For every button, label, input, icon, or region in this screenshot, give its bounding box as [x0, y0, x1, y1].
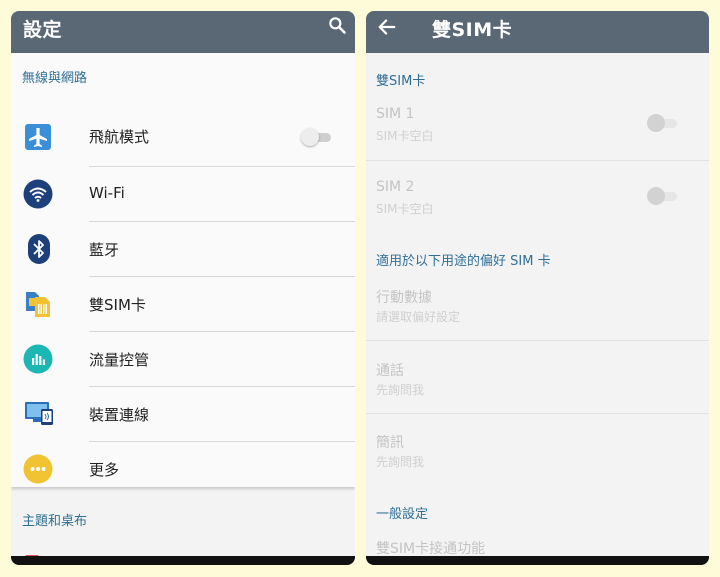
calls-preference[interactable]: 通話 先詢問我 — [366, 357, 709, 413]
settings-item-airplane-mode[interactable]: 飛航模式 — [11, 111, 355, 166]
divider — [366, 340, 709, 341]
dual-sim-icon — [26, 292, 50, 317]
settings-item-label: 裝置連線 — [89, 406, 150, 424]
search-icon[interactable] — [327, 15, 347, 35]
settings-item-label: 雙SIM卡 — [89, 296, 146, 314]
more-icon — [23, 454, 53, 484]
device-connection-icon — [25, 402, 53, 425]
settings-item-label: Wi-Fi — [89, 184, 125, 202]
section-header-themes: 主題和桌布 — [22, 514, 88, 529]
settings-item-dual-sim[interactable]: 雙SIM卡 — [11, 276, 355, 331]
settings-item-more[interactable]: 更多 — [11, 441, 355, 487]
section-header-preferred-sim: 適用於以下用途的偏好 SIM 卡 — [376, 254, 551, 269]
sms-preference[interactable]: 簡訊 先詢問我 — [366, 429, 709, 485]
settings-item-label: 流量控管 — [89, 351, 150, 369]
settings-item-label: 更多 — [89, 461, 120, 479]
back-arrow-icon[interactable] — [376, 16, 398, 38]
divider — [366, 160, 709, 161]
page-title: 雙SIM卡 — [432, 19, 513, 41]
settings-item-label: 藍牙 — [89, 241, 120, 259]
settings-item-bluetooth[interactable]: 藍牙 — [11, 221, 355, 276]
section-header-general: 一般設定 — [376, 507, 429, 522]
bluetooth-icon — [28, 234, 50, 264]
mobile-data-title: 行動數據 — [376, 290, 432, 306]
dual-sim-screen: 雙SIM卡 雙SIM卡 SIM 1 SIM卡空白 SIM 2 SIM卡空白 適用… — [366, 11, 709, 565]
sim1-title: SIM 1 — [376, 106, 415, 122]
settings-app-bar: 設定 — [11, 11, 355, 53]
sim1-status: SIM卡空白 — [376, 129, 434, 143]
page-title: 設定 — [23, 19, 63, 41]
calls-title: 通話 — [376, 363, 404, 379]
settings-item-device-connection[interactable]: 裝置連線 — [11, 386, 355, 441]
settings-screen: 設定 無線與網路 飛航模式 Wi-Fi 藍牙 雙SIM卡 流量控管 裝置連線 更… — [11, 11, 355, 565]
data-usage-icon — [23, 344, 53, 374]
sms-value: 先詢問我 — [376, 455, 425, 469]
settings-item-label: 飛航模式 — [89, 128, 150, 146]
dual-sim-connect-setting[interactable]: 雙SIM卡接通功能 — [366, 537, 709, 557]
airplane-mode-toggle[interactable] — [301, 127, 333, 147]
mobile-data-preference[interactable]: 行動數據 請選取偏好設定 — [366, 284, 709, 341]
airplane-icon — [25, 124, 51, 150]
settings-item-data-usage[interactable]: 流量控管 — [11, 331, 355, 386]
mobile-data-value: 請選取偏好設定 — [376, 310, 461, 324]
section-header-dual-sim: 雙SIM卡 — [376, 74, 426, 89]
sim1-toggle[interactable] — [647, 113, 679, 133]
sim2-setting[interactable]: SIM 2 SIM卡空白 — [366, 176, 709, 231]
sim2-status: SIM卡空白 — [376, 202, 434, 216]
sim1-setting[interactable]: SIM 1 SIM卡空白 — [366, 103, 709, 160]
sim2-title: SIM 2 — [376, 179, 415, 195]
calls-value: 先詢問我 — [376, 383, 425, 397]
dual-sim-connect-title: 雙SIM卡接通功能 — [376, 541, 486, 557]
navigation-bar — [11, 556, 355, 565]
navigation-bar — [366, 556, 709, 565]
sim2-toggle[interactable] — [647, 186, 679, 206]
divider — [366, 413, 709, 414]
settings-item-wifi[interactable]: Wi-Fi — [11, 166, 355, 221]
dual-sim-app-bar: 雙SIM卡 — [366, 11, 709, 53]
sms-title: 簡訊 — [376, 435, 404, 451]
wifi-icon — [23, 179, 53, 209]
section-header-wireless: 無線與網路 — [22, 71, 88, 86]
settings-list: 無線與網路 飛航模式 Wi-Fi 藍牙 雙SIM卡 流量控管 裝置連線 更多 — [11, 53, 355, 487]
